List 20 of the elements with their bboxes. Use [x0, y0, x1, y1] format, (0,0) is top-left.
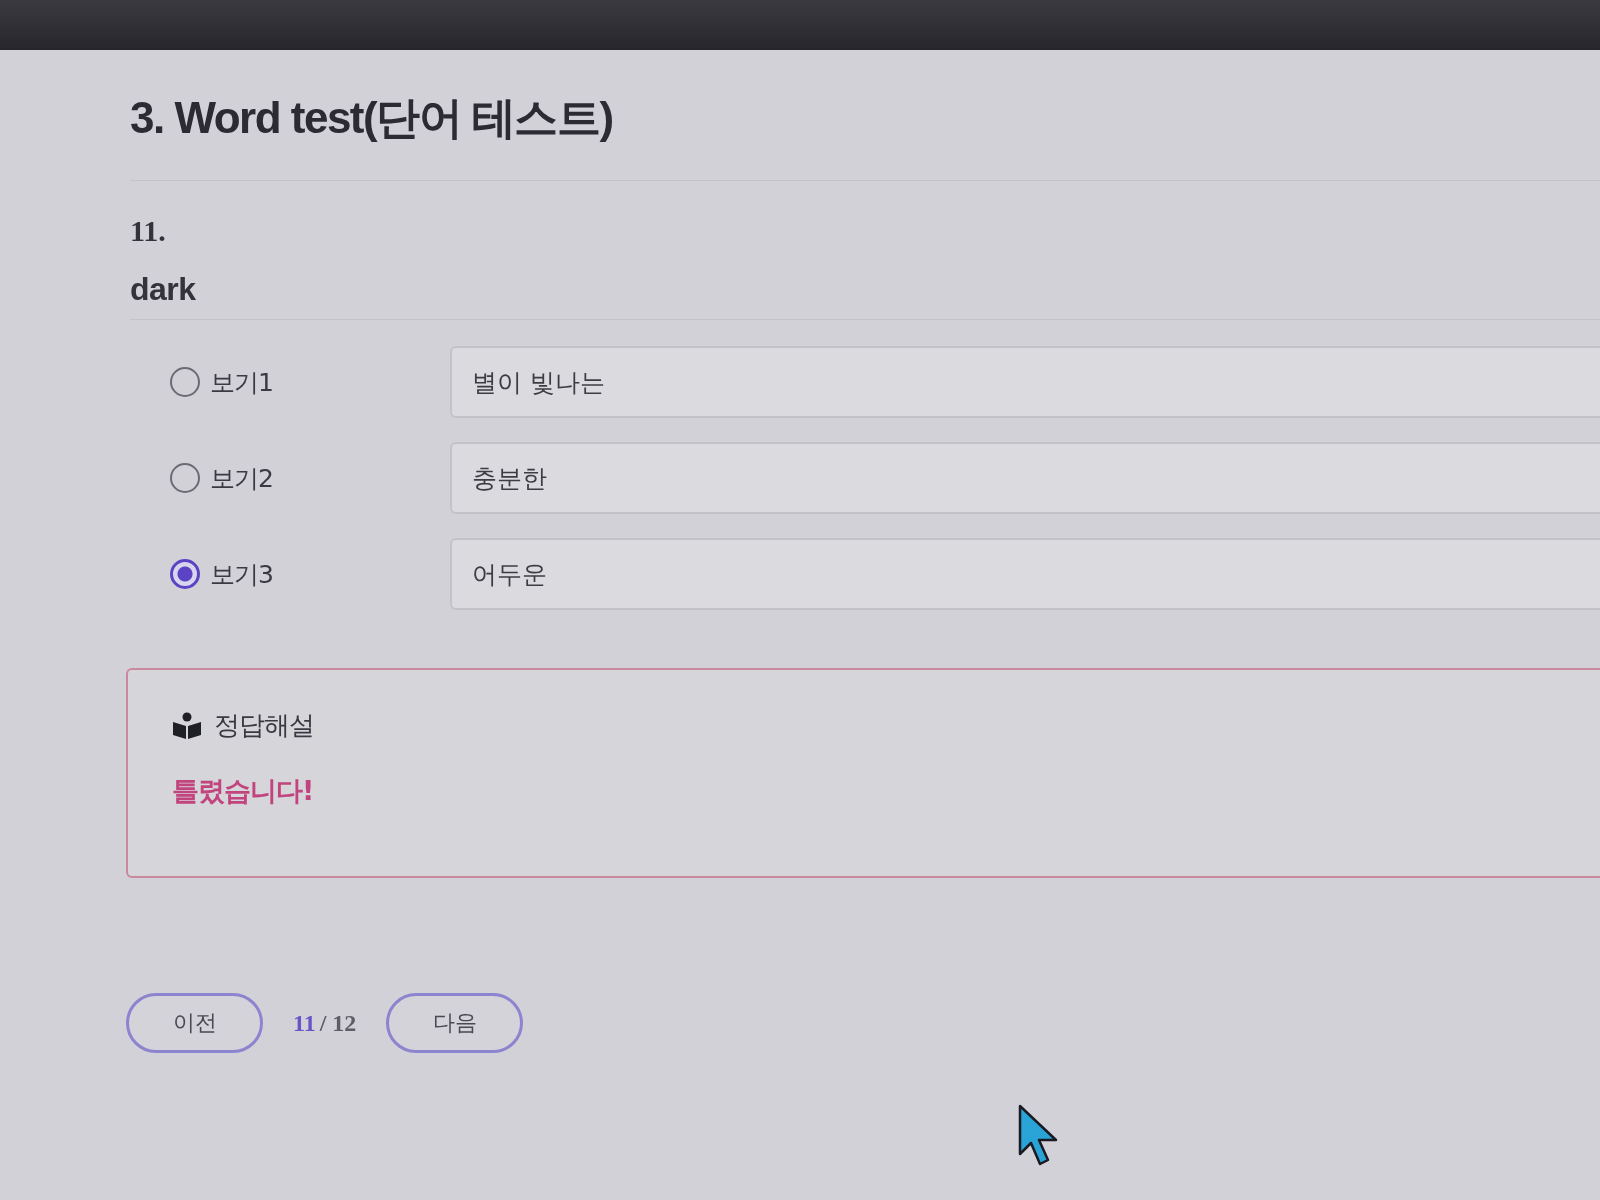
- current-page: 11: [293, 1009, 316, 1037]
- answer-field[interactable]: 충분한: [450, 442, 1600, 514]
- book-reader-icon: [172, 711, 202, 740]
- total-pages: / 12: [319, 1009, 357, 1037]
- question-number: 11.: [130, 213, 166, 249]
- result-message: 틀렸습니다!: [172, 774, 314, 808]
- page-title: 3. Word test(단어 테스트): [130, 92, 613, 144]
- radio-button[interactable]: [170, 463, 200, 493]
- next-button[interactable]: 다음: [386, 993, 524, 1053]
- radio-button[interactable]: [170, 559, 200, 589]
- option-label: 보기1: [210, 366, 273, 399]
- previous-button[interactable]: 이전: [126, 993, 263, 1053]
- option-label: 보기3: [210, 558, 273, 591]
- question-word: dark: [130, 270, 196, 309]
- answer-field[interactable]: 어두운: [450, 538, 1600, 610]
- mouse-pointer-icon: [1018, 1104, 1060, 1166]
- radio-button[interactable]: [170, 367, 200, 397]
- answer-field[interactable]: 별이 빛나는: [450, 346, 1600, 418]
- option-label: 보기2: [210, 462, 273, 495]
- explanation-heading: 정답해설: [214, 709, 314, 742]
